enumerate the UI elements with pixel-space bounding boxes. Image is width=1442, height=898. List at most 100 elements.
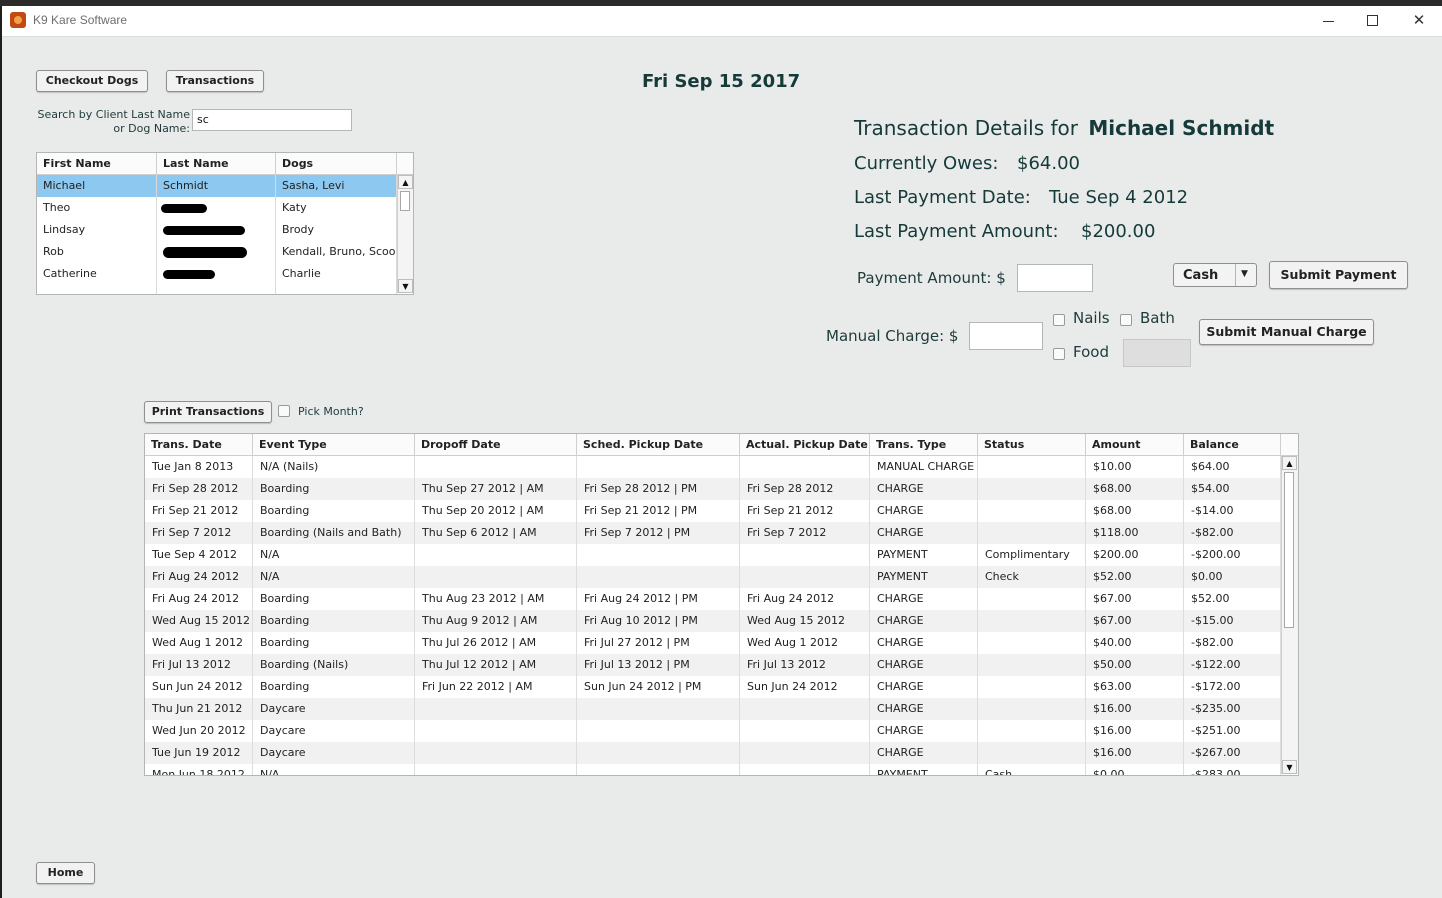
- cell-status: Cash: [978, 764, 1086, 775]
- table-row[interactable]: Sun Jun 24 2012 Boarding Fri Jun 22 2012 |…: [145, 676, 1281, 698]
- table-row[interactable]: Tue Jun 19 2012 Daycare CHARGE $16.00 -$267.…: [145, 742, 1281, 764]
- cell-trans-type: CHARGE: [870, 478, 978, 500]
- transactions-button[interactable]: Transactions: [166, 70, 264, 92]
- cell-amount: $40.00: [1086, 632, 1184, 654]
- cell-balance: $0.00: [1184, 566, 1281, 588]
- cell-trans-date: Fri Sep 7 2012: [145, 522, 253, 544]
- client-last-name: [157, 219, 276, 241]
- cell-amount: $0.00: [1086, 764, 1184, 775]
- client-last-name: Schmidt: [157, 175, 276, 197]
- cell-trans-date: Tue Sep 4 2012: [145, 544, 253, 566]
- details-heading: Transaction Details for Michael Schmidt: [854, 116, 1274, 140]
- scroll-thumb[interactable]: [400, 191, 410, 211]
- cell-status: [978, 478, 1086, 500]
- client-row[interactable]: Theo Katy: [37, 197, 397, 219]
- cell-actual-pickup-date: [740, 544, 870, 566]
- maximize-icon[interactable]: [1362, 10, 1384, 32]
- cell-dropoff-date: [415, 456, 577, 478]
- cell-event-type: Boarding: [253, 676, 415, 698]
- current-date: Fri Sep 15 2017: [642, 71, 801, 92]
- checkout-dogs-button[interactable]: Checkout Dogs: [36, 70, 148, 92]
- scroll-down-icon[interactable]: ▼: [398, 279, 413, 293]
- manual-charge-label: Manual Charge: $: [826, 327, 959, 345]
- table-row[interactable]: Wed Aug 1 2012 Boarding Thu Jul 26 2012 | …: [145, 632, 1281, 654]
- cell-actual-pickup-date: Fri Aug 24 2012: [740, 588, 870, 610]
- cell-event-type: N/A: [253, 764, 415, 775]
- client-first-name: Rob: [37, 241, 157, 263]
- payment-method-value: Cash: [1183, 268, 1219, 283]
- client-row[interactable]: Michael Schmidt Sasha, Levi: [37, 175, 397, 197]
- cell-dropoff-date: Thu Sep 6 2012 | AM: [415, 522, 577, 544]
- cell-trans-date: Thu Jun 21 2012: [145, 698, 253, 720]
- col-last-name[interactable]: Last Name: [157, 153, 276, 174]
- client-row[interactable]: Rob Kendall, Bruno, Scoo: [37, 241, 397, 263]
- minimize-icon[interactable]: [1318, 10, 1340, 32]
- col-dogs[interactable]: Dogs: [276, 153, 397, 174]
- col-dropoff-date[interactable]: Dropoff Date: [415, 434, 577, 455]
- close-icon[interactable]: ✕: [1408, 10, 1430, 32]
- table-row[interactable]: Fri Jul 13 2012 Boarding (Nails) Thu Jul 1…: [145, 654, 1281, 676]
- payment-amount-label: Payment Amount: $: [857, 269, 1006, 287]
- search-input[interactable]: sc: [192, 109, 352, 131]
- col-amount[interactable]: Amount: [1086, 434, 1184, 455]
- cell-event-type: Boarding (Nails): [253, 654, 415, 676]
- nails-checkbox[interactable]: [1053, 314, 1065, 326]
- table-row[interactable]: Fri Aug 24 2012 Boarding Thu Aug 23 2012 |…: [145, 588, 1281, 610]
- submit-manual-charge-button[interactable]: Submit Manual Charge: [1199, 319, 1374, 345]
- cell-trans-date: Wed Aug 1 2012: [145, 632, 253, 654]
- table-row[interactable]: Mon Jun 18 2012 N/A PAYMENT Cash $0.00 -$283.…: [145, 764, 1281, 775]
- cell-trans-date: Fri Sep 21 2012: [145, 500, 253, 522]
- cell-balance: $64.00: [1184, 456, 1281, 478]
- home-button[interactable]: Home: [36, 862, 95, 884]
- cell-amount: $50.00: [1086, 654, 1184, 676]
- table-row[interactable]: Wed Aug 15 2012 Boarding Thu Aug 9 2012 | …: [145, 610, 1281, 632]
- cell-balance: -$82.00: [1184, 522, 1281, 544]
- cell-status: [978, 742, 1086, 764]
- table-row[interactable]: Fri Sep 28 2012 Boarding Thu Sep 27 2012 |…: [145, 478, 1281, 500]
- col-actual-pickup-date[interactable]: Actual. Pickup Date: [740, 434, 870, 455]
- table-row[interactable]: Fri Sep 7 2012 Boarding (Nails and Bath) T…: [145, 522, 1281, 544]
- transactions-scrollbar[interactable]: ▲ ▼: [1281, 456, 1298, 774]
- cell-amount: $16.00: [1086, 742, 1184, 764]
- table-row[interactable]: Fri Aug 24 2012 N/A PAYMENT Check $52.00 $0.0…: [145, 566, 1281, 588]
- table-row[interactable]: Tue Jan 8 2013 N/A (Nails) MANUAL CHARGE $1…: [145, 456, 1281, 478]
- cell-dropoff-date: [415, 544, 577, 566]
- submit-payment-button[interactable]: Submit Payment: [1269, 261, 1408, 289]
- cell-event-type: Boarding: [253, 500, 415, 522]
- table-row[interactable]: Tue Sep 4 2012 N/A PAYMENT Complimentary $20…: [145, 544, 1281, 566]
- details-heading-prefix: Transaction Details for: [854, 116, 1078, 140]
- col-event-type[interactable]: Event Type: [253, 434, 415, 455]
- client-row[interactable]: Catherine Charlie: [37, 263, 397, 285]
- cell-sched-pickup-date: Fri Sep 21 2012 | PM: [577, 500, 740, 522]
- table-row[interactable]: Wed Jun 20 2012 Daycare CHARGE $16.00 -$251.…: [145, 720, 1281, 742]
- table-row[interactable]: Fri Sep 21 2012 Boarding Thu Sep 20 2012 |…: [145, 500, 1281, 522]
- payment-amount-input[interactable]: [1017, 264, 1093, 292]
- client-row[interactable]: Lindsay Brody: [37, 219, 397, 241]
- cell-dropoff-date: Thu Jul 26 2012 | AM: [415, 632, 577, 654]
- cell-sched-pickup-date: [577, 698, 740, 720]
- col-sched-pickup-date[interactable]: Sched. Pickup Date: [577, 434, 740, 455]
- print-transactions-button[interactable]: Print Transactions: [144, 401, 272, 423]
- manual-charge-input[interactable]: [969, 322, 1043, 350]
- pick-month-checkbox[interactable]: [278, 405, 290, 417]
- food-checkbox[interactable]: [1053, 348, 1065, 360]
- cell-sched-pickup-date: [577, 764, 740, 775]
- payment-method-select[interactable]: Cash ▼: [1173, 263, 1257, 287]
- owes-label: Currently Owes:: [854, 153, 999, 174]
- table-row[interactable]: Thu Jun 21 2012 Daycare CHARGE $16.00 -$235.…: [145, 698, 1281, 720]
- scroll-down-icon[interactable]: ▼: [1282, 760, 1297, 774]
- col-trans-date[interactable]: Trans. Date: [145, 434, 253, 455]
- scroll-thumb[interactable]: [1284, 472, 1294, 628]
- col-first-name[interactable]: First Name: [37, 153, 157, 174]
- col-balance[interactable]: Balance: [1184, 434, 1281, 455]
- col-status[interactable]: Status: [978, 434, 1086, 455]
- search-label-line2: or Dog Name:: [113, 122, 190, 135]
- scroll-up-icon[interactable]: ▲: [398, 175, 413, 189]
- client-last-name: [157, 285, 276, 294]
- bath-checkbox[interactable]: [1120, 314, 1132, 326]
- col-trans-type[interactable]: Trans. Type: [870, 434, 978, 455]
- scroll-up-icon[interactable]: ▲: [1282, 456, 1297, 470]
- client-row[interactable]: [37, 285, 397, 294]
- client-table-scrollbar[interactable]: ▲ ▼: [397, 175, 413, 293]
- cell-event-type: Boarding: [253, 588, 415, 610]
